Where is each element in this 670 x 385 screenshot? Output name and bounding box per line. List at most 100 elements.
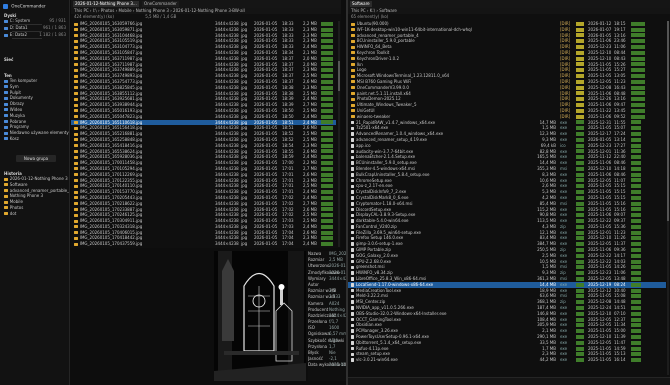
drive-usage-bar [12, 38, 42, 39]
file-icon [351, 317, 354, 322]
property-label: Szybkość migawki [308, 337, 345, 343]
file-name: IMG_20260105_170437559.jpg [79, 241, 143, 247]
right-scrollbar-thumb[interactable] [667, 21, 669, 221]
image-file-icon [74, 34, 78, 38]
file-name: IMG_20260105_170218622.jpg [79, 200, 143, 206]
right-tab-1[interactable]: Software [350, 1, 372, 7]
file-icon [351, 132, 354, 136]
file-icon [351, 178, 354, 183]
left-tab-1[interactable]: 2026-01-12-Nothing Phone 3... [73, 1, 139, 7]
age-bar [631, 242, 641, 247]
file-icon [351, 190, 354, 194]
file-name: GIMP Portable.zip [356, 247, 391, 253]
size-bar [576, 45, 584, 50]
file-name: IMG_20260105_170418442.jpg [79, 235, 143, 241]
folder-icon [4, 206, 8, 210]
size-bar [576, 149, 584, 154]
drive-item[interactable]: D: Data1 961 / 1 863 [4, 25, 66, 32]
file-name: app.ico [356, 142, 371, 148]
right-info-bar: 65 element(y) (ko) [348, 14, 670, 20]
size-bar [576, 184, 584, 189]
size-bar [576, 33, 584, 38]
image-file-icon [74, 225, 78, 229]
folder-icon [351, 28, 355, 32]
sidebar-place-item[interactable]: Kosz [4, 136, 66, 142]
size-bar [576, 161, 584, 166]
size-bar [321, 91, 333, 96]
age-bar [631, 27, 645, 32]
size-bar [576, 282, 584, 287]
file-name: Meld-3.22.2.msi [356, 293, 389, 299]
size-bar [321, 33, 333, 38]
property-label: Rozmiar [308, 257, 325, 263]
file-name: Keychron Toolkit [356, 50, 390, 56]
file-row[interactable]: vlc-3.0.21-win64.exe 44,2 MB exe 2025-11-05… [348, 357, 666, 363]
file-name: PowerToysUserSetup-0.96.1-x64.exe [356, 334, 429, 340]
file-icon [351, 138, 354, 142]
folder-icon [351, 45, 355, 49]
file-name: Cryptomator-1.18.0-x64.msi [356, 200, 413, 206]
property-label: Producent [308, 306, 329, 312]
place-label: Niedawno używane elementy [9, 130, 69, 136]
size-bar [576, 323, 584, 328]
file-name: IMG_20260105_165258848.jpg [79, 137, 143, 143]
place-label: Ten komputer [9, 78, 38, 84]
size-bar [321, 137, 333, 142]
file-name: IMG_20260105_170304911.jpg [79, 218, 143, 224]
size-bar [576, 126, 584, 131]
age-bar [631, 311, 641, 316]
file-icon [351, 230, 354, 235]
size-bar [321, 85, 333, 90]
file-name: FileZilla_3.69.5_win64-setup.exe [356, 229, 421, 235]
folder-icon [351, 63, 355, 67]
file-name: LibreOffice_25.8.3_Win_x86-64.msi [356, 276, 427, 282]
age-bar [631, 161, 641, 166]
image-file-icon [74, 39, 78, 43]
file-name: cpu-z_2.17-en.exe [356, 183, 393, 189]
drive-item[interactable]: E: Data2 1 182 / 1 863 [4, 32, 66, 39]
size-bar [321, 114, 333, 119]
right-tab-bar: Software [348, 0, 670, 8]
age-bar [631, 45, 645, 50]
size-bar [576, 300, 584, 305]
image-file-icon [74, 144, 78, 148]
age-bar [631, 33, 645, 38]
file-name: MSI_Center.zip [356, 299, 386, 305]
right-file-list: Ubuntu(90.000) [DIR] 2026-01-12 18:15 WF-1K-… [348, 21, 666, 375]
age-bar [631, 271, 641, 276]
size-bar [321, 39, 333, 44]
drive-item[interactable]: C: System 95 / 931 [4, 18, 66, 25]
image-file-icon [74, 236, 78, 240]
file-name: IMG_20260105_165216881.jpg [79, 131, 143, 137]
history-label: Mobile [9, 199, 23, 205]
age-bar [631, 114, 645, 119]
size-bar [321, 224, 333, 229]
age-bar [631, 282, 641, 287]
property-label: Wymiary [308, 275, 326, 281]
right-scrollbar[interactable] [667, 21, 669, 375]
drive-icon [4, 19, 8, 23]
image-file-icon [74, 173, 78, 177]
file-type: exe [560, 357, 568, 363]
file-icon [351, 294, 354, 299]
file-name: IMG_20260105_163104468.jpg [79, 32, 143, 38]
file-name: AdvancedRenamer_1.0.4_windows_x64.exe [356, 131, 444, 137]
new-group-button[interactable]: Nowa grupa [16, 155, 56, 162]
file-name: PCManager_3.26.exe [356, 328, 399, 334]
left-scrollbar[interactable] [338, 21, 340, 247]
size-bar [576, 236, 584, 241]
left-scrollbar-thumb[interactable] [338, 61, 340, 91]
file-name: IMG_20260105_163105519.jpg [79, 38, 143, 44]
age-bar [631, 62, 645, 67]
file-name: Logo [356, 67, 367, 73]
size-bar [576, 21, 584, 26]
file-name: LocalSend-1.17.0-windows-x86-64.exe [356, 281, 434, 287]
size-bar [576, 120, 584, 125]
file-name: DisplayCAL-3.8.9.3-Setup.exe [356, 212, 416, 218]
size-bar [321, 178, 333, 183]
age-bar [631, 300, 641, 305]
image-file-icon [74, 150, 78, 154]
history-item[interactable]: dot [4, 211, 66, 217]
sidebar: OneCommander Dyski C: System 95 / 931 D: D… [0, 0, 70, 385]
left-tab-2[interactable]: OneCommander [142, 1, 179, 7]
